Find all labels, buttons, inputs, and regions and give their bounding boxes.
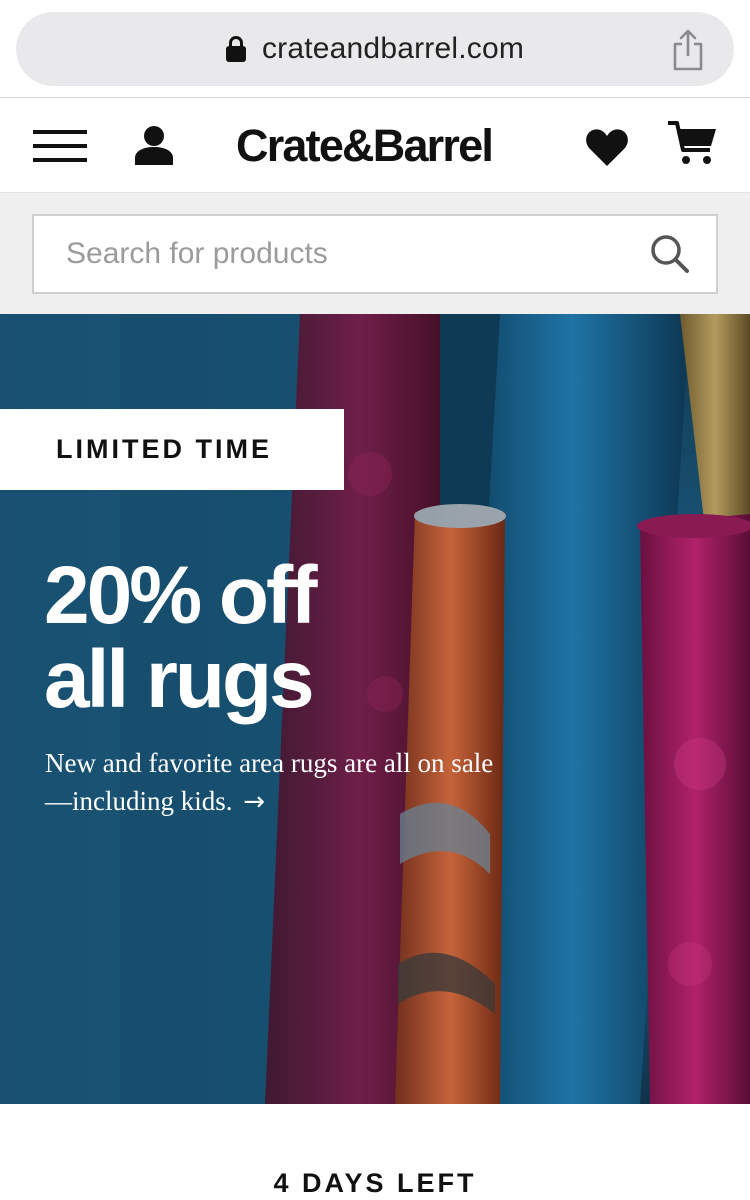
share-icon[interactable] xyxy=(670,28,706,72)
cart-icon[interactable] xyxy=(668,120,718,166)
account-icon[interactable] xyxy=(135,125,173,165)
url-field[interactable]: crateandbarrel.com xyxy=(16,12,734,86)
search-region xyxy=(0,193,750,314)
menu-icon[interactable] xyxy=(33,130,87,162)
search-box[interactable] xyxy=(32,214,718,294)
arrow-right-icon: → xyxy=(243,787,266,817)
browser-address-bar: crateandbarrel.com xyxy=(0,0,750,98)
search-icon[interactable] xyxy=(650,234,690,274)
hero-subtext: New and favorite area rugs are all on sa… xyxy=(45,748,494,816)
countdown-section: 4 DAYS LEFT xyxy=(0,1104,750,1200)
brand-logo[interactable]: Crate&Barrel xyxy=(236,120,494,172)
hero-subtext-link[interactable]: New and favorite area rugs are all on sa… xyxy=(45,744,505,821)
lock-icon xyxy=(225,36,246,62)
search-input[interactable] xyxy=(34,216,634,292)
url-display[interactable]: crateandbarrel.com xyxy=(16,12,734,86)
badge-label: LIMITED TIME xyxy=(56,434,272,464)
url-text: crateandbarrel.com xyxy=(261,32,525,65)
limited-time-badge: LIMITED TIME xyxy=(0,409,344,490)
headline-line-2: all rugs xyxy=(44,634,315,725)
site-header: Crate&Barrel xyxy=(0,98,750,193)
hero-headline[interactable]: 20% off all rugs xyxy=(44,554,464,722)
hero-banner[interactable]: LIMITED TIME 20% off all rugs New and fa… xyxy=(0,314,750,1104)
countdown-label: 4 DAYS LEFT xyxy=(273,1168,477,1198)
headline-line-1: 20% off xyxy=(44,550,318,641)
heart-icon[interactable] xyxy=(585,127,629,167)
